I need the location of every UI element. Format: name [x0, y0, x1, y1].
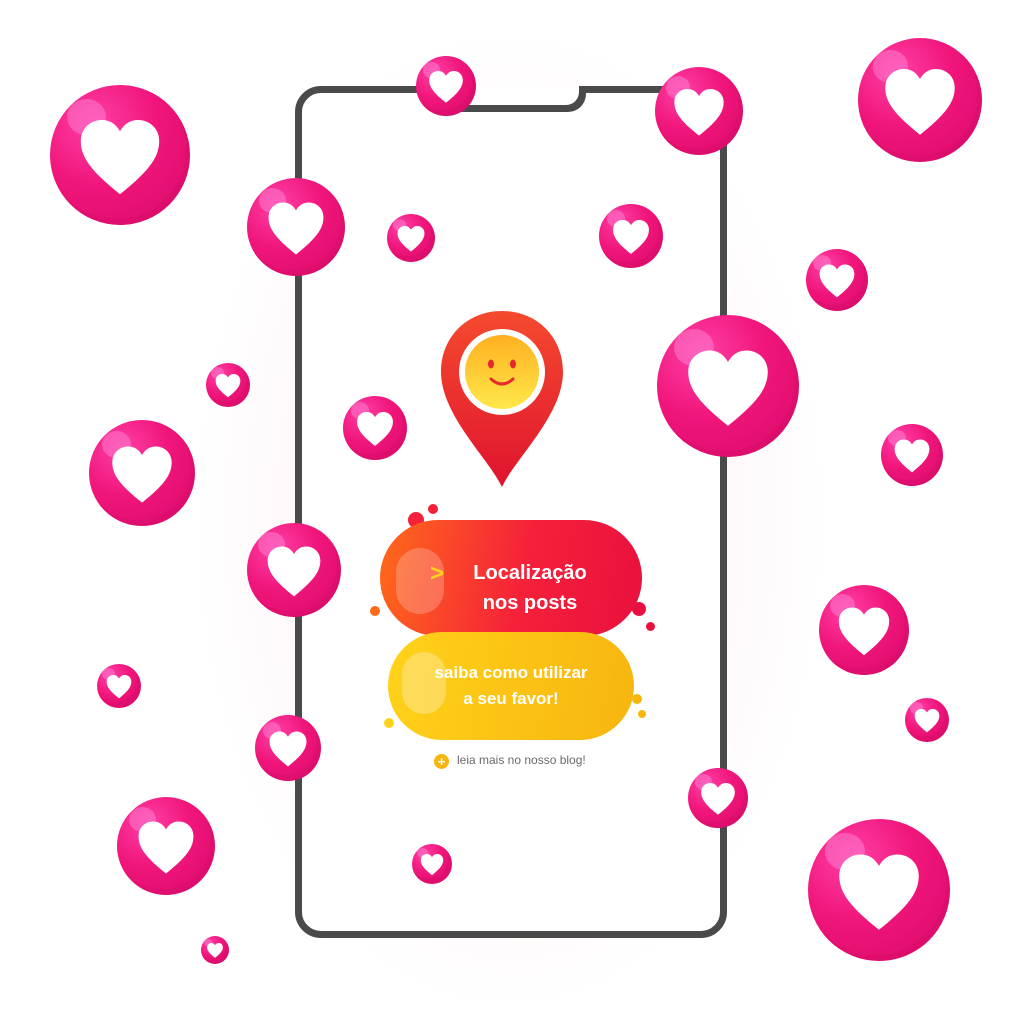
heart-icon [269, 731, 307, 767]
heart-bubble [343, 396, 407, 460]
heart-icon [819, 264, 855, 298]
arrow-icon: > [430, 560, 445, 587]
label-line: saiba como utilizar [434, 663, 588, 682]
splat-dot [632, 694, 642, 704]
heart-bubble [416, 56, 476, 116]
heart-bubble [412, 844, 452, 884]
heart-bubble [599, 204, 663, 268]
location-posts-label: Localização nos posts [460, 558, 600, 618]
heart-bubble [806, 249, 868, 311]
blog-link[interactable]: leia mais no nosso blog! [457, 753, 586, 767]
heart-bubble [657, 315, 799, 457]
heart-icon [112, 446, 172, 503]
heart-icon [420, 854, 444, 876]
heart-bubble [206, 363, 250, 407]
heart-bubble [808, 819, 950, 961]
heart-icon [215, 374, 241, 398]
heart-bubble [819, 585, 909, 675]
heart-bubble [247, 178, 345, 276]
heart-icon [839, 854, 919, 930]
location-pin-icon [441, 311, 563, 487]
heart-bubble [255, 715, 321, 781]
splat-dot [384, 718, 394, 728]
heart-icon [138, 821, 194, 874]
heart-bubble [688, 768, 748, 828]
heart-bubble [858, 38, 982, 162]
heart-icon [80, 120, 160, 195]
heart-icon [207, 943, 223, 958]
heart-bubble [655, 67, 743, 155]
splat-dot [428, 504, 438, 514]
splat-dot [638, 710, 646, 718]
heart-icon [885, 69, 955, 135]
splat-dot [370, 606, 380, 616]
heart-bubble [881, 424, 943, 486]
heart-bubble [387, 214, 435, 262]
heart-icon [357, 412, 393, 446]
label-line: a seu favor! [463, 689, 559, 708]
heart-icon [613, 220, 649, 254]
heart-icon [397, 226, 425, 252]
splat-dot [646, 622, 655, 631]
heart-bubble [247, 523, 341, 617]
heart-icon [838, 607, 890, 656]
learn-how-label: saiba como utilizar a seu favor! [400, 660, 622, 712]
heart-icon [429, 71, 463, 103]
heart-bubble [905, 698, 949, 742]
heart-icon [688, 350, 768, 426]
heart-bubble [50, 85, 190, 225]
heart-icon [268, 202, 324, 255]
heart-bubble [89, 420, 195, 526]
heart-icon [674, 89, 724, 136]
heart-bubble [117, 797, 215, 895]
heart-icon [106, 675, 132, 699]
heart-icon [267, 546, 321, 597]
plus-icon[interactable]: + [434, 754, 449, 769]
heart-bubble [97, 664, 141, 708]
heart-icon [701, 783, 735, 815]
label-line: nos posts [482, 592, 578, 614]
heart-bubble [201, 936, 229, 964]
heart-icon [894, 439, 930, 473]
heart-icon [914, 709, 940, 733]
label-line: Localização [473, 562, 587, 584]
smiley-face-icon [465, 335, 539, 409]
